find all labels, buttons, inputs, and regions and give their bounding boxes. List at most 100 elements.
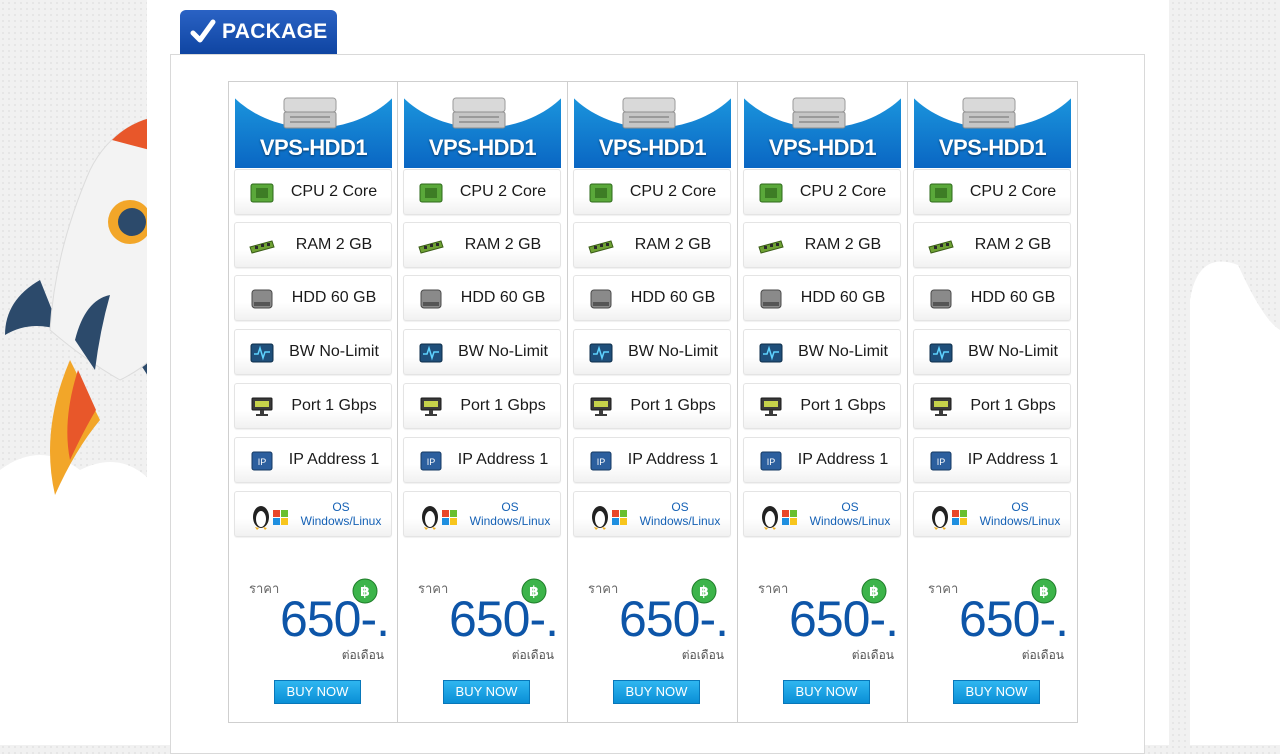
spec-bw: BW No-Limit [573,329,731,375]
spec-port-text: Port 1 Gbps [291,397,377,414]
spec-os: OS Windows/Linux [403,491,561,537]
server-icon [622,97,676,129]
spec-ram: RAM 2 GB [403,222,561,268]
buy-now-button[interactable]: BUY NOW [783,680,870,704]
price-value: 650-. [280,591,390,647]
os-value: Windows/Linux [639,514,721,528]
rocket-illustration [0,117,150,745]
server-icon [792,97,846,129]
ram-module-icon [588,240,614,254]
linux-windows-logos-icon [762,506,797,530]
cpu-chip-icon [759,183,783,203]
spec-ram: RAM 2 GB [913,222,1071,268]
hard-drive-icon [760,289,782,309]
spec-os: OS Windows/Linux [913,491,1071,537]
spec-port: Port 1 Gbps [743,383,901,429]
ip-address-icon: IP [420,451,442,471]
network-port-icon [590,397,612,416]
os-title: OS [841,500,859,514]
spec-ip-text: IP Address 1 [288,451,380,468]
spec-bw: BW No-Limit [403,329,561,375]
spec-cpu-text: CPU 2 Core [799,183,887,200]
spec-hdd-text: HDD 60 GB [291,289,377,306]
spec-hdd: HDD 60 GB [403,275,561,321]
spec-port-text: Port 1 Gbps [970,397,1056,414]
package-name: VPS-HDD1 [768,135,877,160]
hard-drive-icon [420,289,442,309]
os-title: OS [501,500,519,514]
ram-module-icon [418,240,444,254]
buy-now-button[interactable]: BUY NOW [953,680,1040,704]
spec-ip: IP IP Address 1 [573,437,731,483]
package-card: VPS-HDD1 CPU 2 Core RAM 2 GB HDD 60 GB B… [738,81,908,723]
os-value: Windows/Linux [809,514,891,528]
spec-ram: RAM 2 GB [573,222,731,268]
os-title: OS [671,500,689,514]
bandwidth-monitor-icon [250,343,274,363]
spec-hdd: HDD 60 GB [913,275,1071,321]
spec-cpu: CPU 2 Core [743,169,901,215]
spec-os: OS Windows/Linux [573,491,731,537]
package-name: VPS-HDD1 [938,135,1047,160]
package-name: VPS-HDD1 [259,135,368,160]
spec-bw-text: BW No-Limit [458,343,548,360]
spec-hdd: HDD 60 GB [743,275,901,321]
spec-ip: IP IP Address 1 [913,437,1071,483]
server-icon [962,97,1016,129]
spec-port-text: Port 1 Gbps [630,397,716,414]
price-value: 650-. [959,591,1069,647]
package-header: VPS-HDD1 [574,88,731,168]
package-name: VPS-HDD1 [598,135,707,160]
spec-hdd-text: HDD 60 GB [460,289,546,306]
spec-ram: RAM 2 GB [743,222,901,268]
spec-ram-text: RAM 2 GB [974,236,1052,253]
buy-now-button[interactable]: BUY NOW [613,680,700,704]
spec-ram: RAM 2 GB [234,222,392,268]
spec-ip-text: IP Address 1 [967,451,1059,468]
spec-os-text: OS Windows/Linux [972,492,1068,536]
package-name: VPS-HDD1 [428,135,537,160]
spec-ram-text: RAM 2 GB [464,236,542,253]
buy-now-button[interactable]: BUY NOW [443,680,530,704]
spec-hdd: HDD 60 GB [234,275,392,321]
spec-ram-text: RAM 2 GB [804,236,882,253]
spec-os: OS Windows/Linux [234,491,392,537]
network-port-icon [251,397,273,416]
bandwidth-monitor-icon [929,343,953,363]
buy-now-button[interactable]: BUY NOW [274,680,361,704]
package-list: VPS-HDD1 CPU 2 Core RAM 2 GB HDD 60 GB B… [228,81,1078,723]
spec-hdd: HDD 60 GB [573,275,731,321]
linux-windows-logos-icon [422,506,457,530]
hard-drive-icon [251,289,273,309]
spec-bw: BW No-Limit [234,329,392,375]
spec-os-text: OS Windows/Linux [632,492,728,536]
spec-os-text: OS Windows/Linux [293,492,389,536]
linux-windows-logos-icon [592,506,627,530]
price-period: ต่อเดือน [851,648,894,662]
os-title: OS [1011,500,1029,514]
hard-drive-icon [930,289,952,309]
os-value: Windows/Linux [469,514,551,528]
spec-port: Port 1 Gbps [403,383,561,429]
svg-text:IP: IP [258,457,267,467]
package-card: VPS-HDD1 CPU 2 Core RAM 2 GB HDD 60 GB B… [568,81,738,723]
linux-windows-logos-icon [253,506,288,530]
cpu-chip-icon [250,183,274,203]
package-card: VPS-HDD1 CPU 2 Core RAM 2 GB HDD 60 GB B… [398,81,568,723]
server-icon [283,97,337,129]
ram-module-icon [928,240,954,254]
os-value: Windows/Linux [300,514,382,528]
spec-port: Port 1 Gbps [234,383,392,429]
spec-hdd-text: HDD 60 GB [630,289,716,306]
spec-cpu: CPU 2 Core [403,169,561,215]
spec-hdd-text: HDD 60 GB [970,289,1056,306]
spec-ram-text: RAM 2 GB [634,236,712,253]
spec-cpu: CPU 2 Core [234,169,392,215]
svg-text:IP: IP [937,457,946,467]
price-value: 650-. [619,591,729,647]
package-card: VPS-HDD1 CPU 2 Core RAM 2 GB HDD 60 GB B… [228,81,398,723]
spec-ip-text: IP Address 1 [797,451,889,468]
price-period: ต่อเดือน [681,648,724,662]
main-content: PACKAGE VPS-HDD1 CPU 2 Core RAM 2 GB HDD… [147,0,1169,754]
cpu-chip-icon [929,183,953,203]
